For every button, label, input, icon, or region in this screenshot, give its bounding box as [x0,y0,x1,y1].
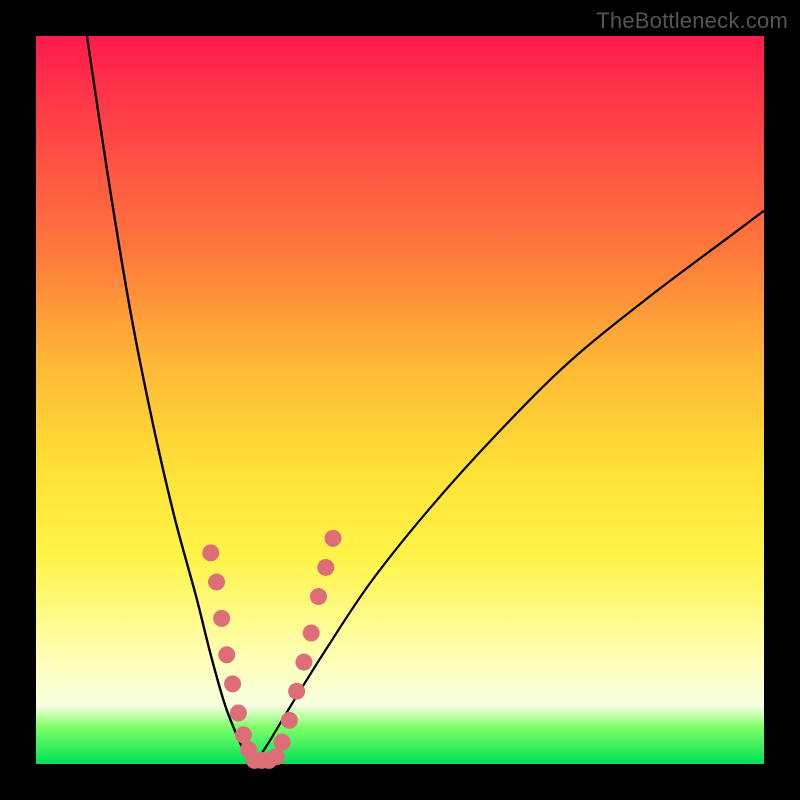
marker-dot [274,734,291,751]
curve-layer [36,36,764,764]
watermark-text: TheBottleneck.com [596,8,788,34]
marker-dot [268,748,285,765]
marker-dot [218,646,235,663]
marker-dot [235,726,252,743]
marker-dot [202,544,219,561]
marker-dot [295,654,312,671]
marker-dot [213,610,230,627]
chart-frame: TheBottleneck.com [0,0,800,800]
marker-dot [310,588,327,605]
marker-dot [317,559,334,576]
curve-right-branch [254,211,764,764]
marker-dot [288,683,305,700]
marker-dot [224,675,241,692]
marker-dot [303,624,320,641]
marker-dot [325,530,342,547]
marker-dot [208,574,225,591]
marker-dot [230,705,247,722]
marker-dot [281,712,298,729]
trough-dots [202,530,341,769]
plot-area [36,36,764,764]
